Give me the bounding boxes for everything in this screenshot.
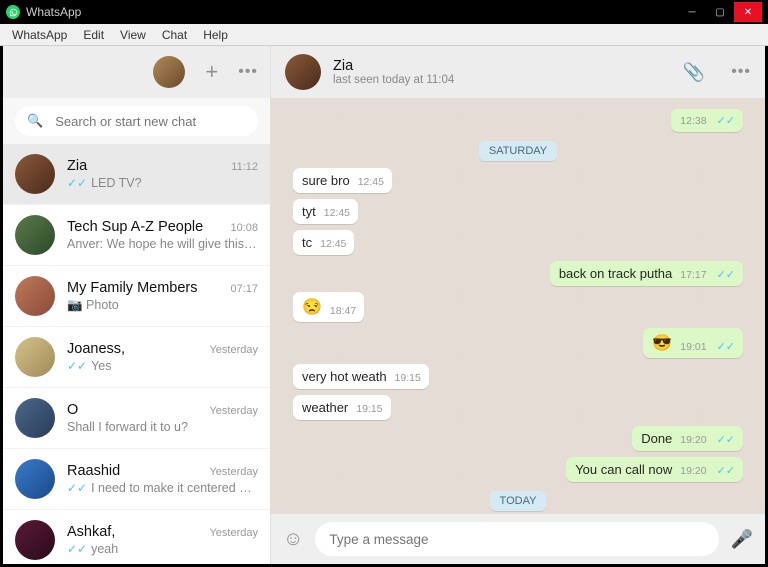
read-ticks-icon: ✓✓ bbox=[67, 359, 87, 373]
chat-avatar bbox=[15, 215, 55, 255]
message-input[interactable] bbox=[329, 532, 704, 547]
emoji-icon[interactable]: ☺ bbox=[283, 528, 303, 551]
self-avatar[interactable] bbox=[153, 56, 185, 88]
chat-list-item[interactable]: My Family Members 07:17 📷 Photo bbox=[3, 266, 270, 327]
menubar: WhatsApp Edit View Chat Help bbox=[0, 24, 768, 46]
chat-avatar bbox=[15, 520, 55, 560]
contact-avatar[interactable] bbox=[285, 54, 321, 90]
chat-preview: I need to make it centered on the w… bbox=[91, 481, 258, 495]
menu-app[interactable]: WhatsApp bbox=[4, 25, 75, 45]
message-out: back on track putha17:17✓✓ bbox=[550, 261, 743, 286]
read-ticks-icon: ✓✓ bbox=[717, 464, 735, 477]
chat-name: Ashkaf, bbox=[67, 524, 115, 540]
message-out: 12:38✓✓ bbox=[671, 109, 743, 132]
contact-name: Zia bbox=[333, 58, 671, 74]
chat-time: Yesterday bbox=[209, 344, 258, 356]
chat-list[interactable]: Zia 11:12 ✓✓ LED TV? Tech Sup A-Z People 10:0… bbox=[3, 144, 270, 564]
message-in: tyt12:45 bbox=[293, 199, 358, 224]
chat-name: Raashid bbox=[67, 463, 120, 479]
menu-help[interactable]: Help bbox=[195, 25, 236, 45]
whatsapp-logo-icon bbox=[6, 5, 20, 19]
chat-time: Yesterday bbox=[209, 466, 258, 478]
message-input-container[interactable] bbox=[315, 522, 718, 556]
read-ticks-icon: ✓✓ bbox=[717, 340, 735, 353]
chat-preview: LED TV? bbox=[91, 176, 142, 190]
message-in: sure bro12:45 bbox=[293, 168, 392, 193]
chat-time: Yesterday bbox=[209, 405, 258, 417]
chat-preview: 📷 Photo bbox=[67, 298, 119, 313]
chat-time: 11:12 bbox=[231, 161, 258, 173]
chat-avatar bbox=[15, 276, 55, 316]
message-in: 😒18:47 bbox=[293, 292, 364, 322]
chat-list-item[interactable]: Tech Sup A-Z People 10:08 Anver: We hope h… bbox=[3, 205, 270, 266]
new-chat-icon[interactable]: + bbox=[205, 59, 218, 85]
chat-preview: yeah bbox=[91, 542, 118, 556]
chat-preview: Shall I forward it to u? bbox=[67, 420, 188, 434]
chat-avatar bbox=[15, 337, 55, 377]
window-title: WhatsApp bbox=[26, 5, 81, 19]
composer: ☺ 🎤 bbox=[271, 514, 765, 564]
menu-icon[interactable]: ••• bbox=[238, 63, 258, 81]
menu-edit[interactable]: Edit bbox=[75, 25, 112, 45]
message-in: tc12:45 bbox=[293, 230, 354, 255]
attach-icon[interactable]: 📎 bbox=[683, 62, 705, 83]
conversation-header: Zia last seen today at 11:04 📎 ••• bbox=[271, 46, 765, 98]
window-titlebar: WhatsApp ─ ▢ ✕ bbox=[0, 0, 768, 24]
chat-list-item[interactable]: Zia 11:12 ✓✓ LED TV? bbox=[3, 144, 270, 205]
message-out: 😎19:01✓✓ bbox=[643, 328, 743, 358]
search-input[interactable] bbox=[55, 114, 246, 129]
search-input-container[interactable]: 🔍 bbox=[15, 106, 258, 136]
search-icon: 🔍 bbox=[27, 113, 43, 129]
window-minimize-button[interactable]: ─ bbox=[678, 2, 706, 22]
chat-name: Tech Sup A-Z People bbox=[67, 219, 203, 235]
message-out: You can call now19:20✓✓ bbox=[566, 457, 743, 482]
read-ticks-icon: ✓✓ bbox=[67, 176, 87, 190]
conversation-menu-icon[interactable]: ••• bbox=[731, 63, 751, 81]
sidebar-header: + ••• bbox=[3, 46, 270, 98]
chat-avatar bbox=[15, 154, 55, 194]
chat-time: 07:17 bbox=[230, 283, 258, 295]
chat-name: Joaness, bbox=[67, 341, 125, 357]
chat-preview: Anver: We hope he will give this time bbox=[67, 237, 258, 251]
chat-time: 10:08 bbox=[230, 222, 258, 234]
message-in: weather19:15 bbox=[293, 395, 391, 420]
mic-icon[interactable]: 🎤 bbox=[731, 529, 753, 550]
chat-name: Zia bbox=[67, 158, 87, 174]
read-ticks-icon: ✓✓ bbox=[67, 481, 87, 495]
window-maximize-button[interactable]: ▢ bbox=[706, 2, 734, 22]
window-close-button[interactable]: ✕ bbox=[734, 2, 762, 22]
chat-list-item[interactable]: Raashid Yesterday ✓✓ I need to make it cent… bbox=[3, 449, 270, 510]
read-ticks-icon: ✓✓ bbox=[717, 433, 735, 446]
date-badge: SATURDAY bbox=[479, 141, 557, 161]
date-badge: TODAY bbox=[490, 491, 547, 511]
chat-list-item[interactable]: O Yesterday Shall I forward it to u? bbox=[3, 388, 270, 449]
menu-view[interactable]: View bbox=[112, 25, 154, 45]
read-ticks-icon: ✓✓ bbox=[717, 114, 735, 127]
read-ticks-icon: ✓✓ bbox=[67, 542, 87, 556]
chat-avatar bbox=[15, 459, 55, 499]
chat-avatar bbox=[15, 398, 55, 438]
chat-list-item[interactable]: Ashkaf, Yesterday ✓✓ yeah bbox=[3, 510, 270, 564]
message-in: very hot weath19:15 bbox=[293, 364, 429, 389]
chat-name: O bbox=[67, 402, 78, 418]
message-out: Done19:20✓✓ bbox=[632, 426, 743, 451]
contact-status: last seen today at 11:04 bbox=[333, 74, 671, 86]
chat-preview: Yes bbox=[91, 359, 111, 373]
chat-list-item[interactable]: Joaness, Yesterday ✓✓ Yes bbox=[3, 327, 270, 388]
chat-name: My Family Members bbox=[67, 280, 198, 296]
menu-chat[interactable]: Chat bbox=[154, 25, 195, 45]
read-ticks-icon: ✓✓ bbox=[717, 268, 735, 281]
message-list[interactable]: 12:38✓✓ SATURDAY sure bro12:45 tyt12:45 … bbox=[271, 98, 765, 514]
chat-time: Yesterday bbox=[209, 527, 258, 539]
